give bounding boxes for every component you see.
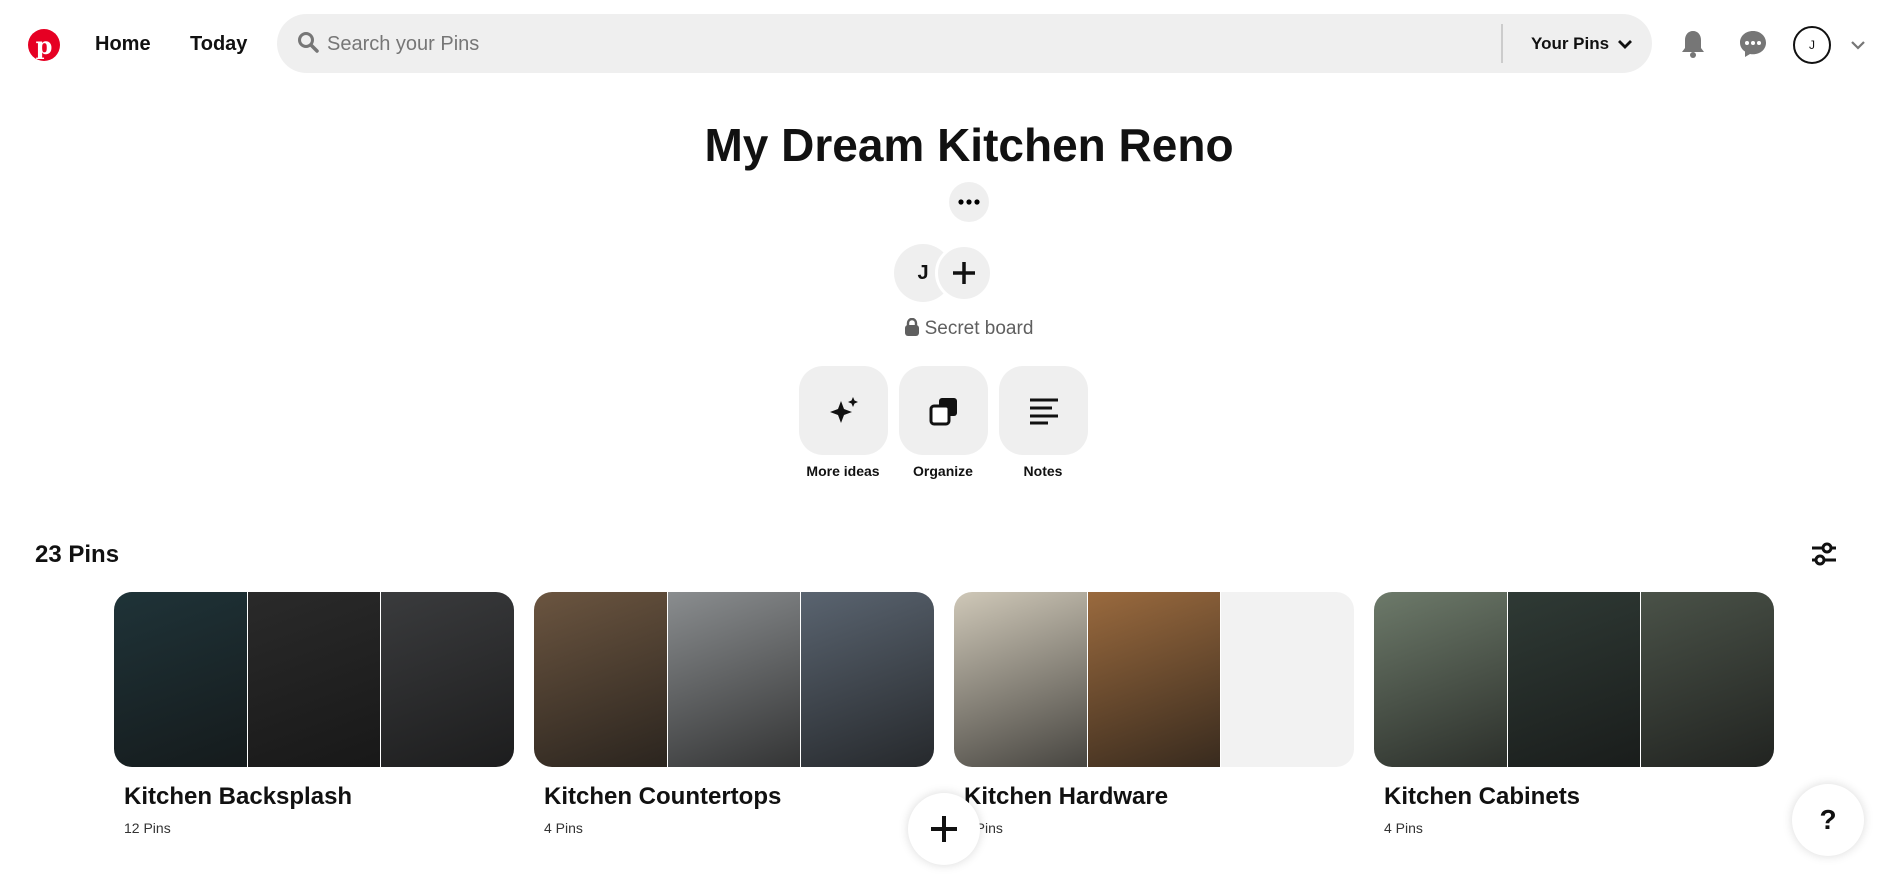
pin-count: 23 Pins: [35, 541, 120, 568]
section-cover[interactable]: [954, 592, 1354, 767]
filter-icon[interactable]: [1810, 540, 1838, 573]
search-icon: [297, 31, 319, 58]
search-bar[interactable]: Search your Pins Your Pins: [277, 14, 1652, 73]
section-cover[interactable]: [114, 592, 514, 767]
sparkle-icon: [829, 396, 858, 423]
more-ideas-button[interactable]: [799, 366, 888, 455]
organize-icon: [929, 397, 957, 425]
accounts-chevron-down-icon[interactable]: [1850, 38, 1866, 56]
notifications-bell-icon[interactable]: [1678, 28, 1708, 60]
privacy-status: Secret board: [0, 317, 1887, 340]
messages-icon[interactable]: [1738, 28, 1768, 60]
pin-thumbnail: [1641, 592, 1774, 767]
pin-thumbnail: [1507, 592, 1641, 767]
chevron-down-icon: [1618, 40, 1633, 49]
notes-icon: [1029, 398, 1058, 424]
more-dots-icon: [958, 199, 980, 205]
pinterest-logo[interactable]: p: [28, 29, 60, 61]
section-pin-count: 4 Pins: [1384, 820, 1423, 836]
search-input[interactable]: Search your Pins: [327, 33, 479, 56]
plus-icon: [931, 816, 957, 842]
section-cover[interactable]: [534, 592, 934, 767]
pin-thumbnail: [381, 592, 514, 767]
notes-label: Notes: [1023, 463, 1063, 479]
section-title[interactable]: Kitchen Backsplash: [124, 783, 352, 811]
privacy-label: Secret board: [924, 318, 1034, 339]
notes-button[interactable]: [999, 366, 1088, 455]
section-pin-count: 12 Pins: [124, 820, 171, 836]
board-title: My Dream Kitchen Reno: [704, 119, 1234, 171]
nav-home[interactable]: Home: [95, 33, 151, 56]
section-title[interactable]: Kitchen Cabinets: [1384, 783, 1580, 811]
section-cover[interactable]: [1374, 592, 1774, 767]
create-button[interactable]: [908, 793, 980, 865]
pin-thumbnail: [1221, 592, 1354, 767]
pin-thumbnail: [954, 592, 1087, 767]
pin-thumbnail: [534, 592, 667, 767]
pin-thumbnail: [1374, 592, 1507, 767]
lock-icon: [904, 317, 919, 336]
pin-thumbnail: [114, 592, 247, 767]
divider: [1501, 24, 1503, 63]
pin-thumbnail: [1087, 592, 1221, 767]
search-scope-dropdown[interactable]: Your Pins: [1531, 34, 1633, 54]
board-options-button[interactable]: [949, 182, 989, 222]
section-pin-count: 4 Pins: [544, 820, 583, 836]
pin-thumbnail: [667, 592, 801, 767]
section-title[interactable]: Kitchen Hardware: [964, 783, 1168, 811]
organize-button[interactable]: [899, 366, 988, 455]
help-button[interactable]: ?: [1792, 784, 1864, 856]
add-collaborator-button[interactable]: [935, 244, 993, 302]
plus-icon: [953, 262, 975, 284]
scope-label: Your Pins: [1531, 34, 1610, 53]
pin-thumbnail: [801, 592, 934, 767]
section-title[interactable]: Kitchen Countertops: [544, 783, 781, 811]
nav-today[interactable]: Today: [190, 33, 247, 56]
pin-thumbnail: [247, 592, 381, 767]
profile-avatar[interactable]: J: [1793, 26, 1831, 64]
